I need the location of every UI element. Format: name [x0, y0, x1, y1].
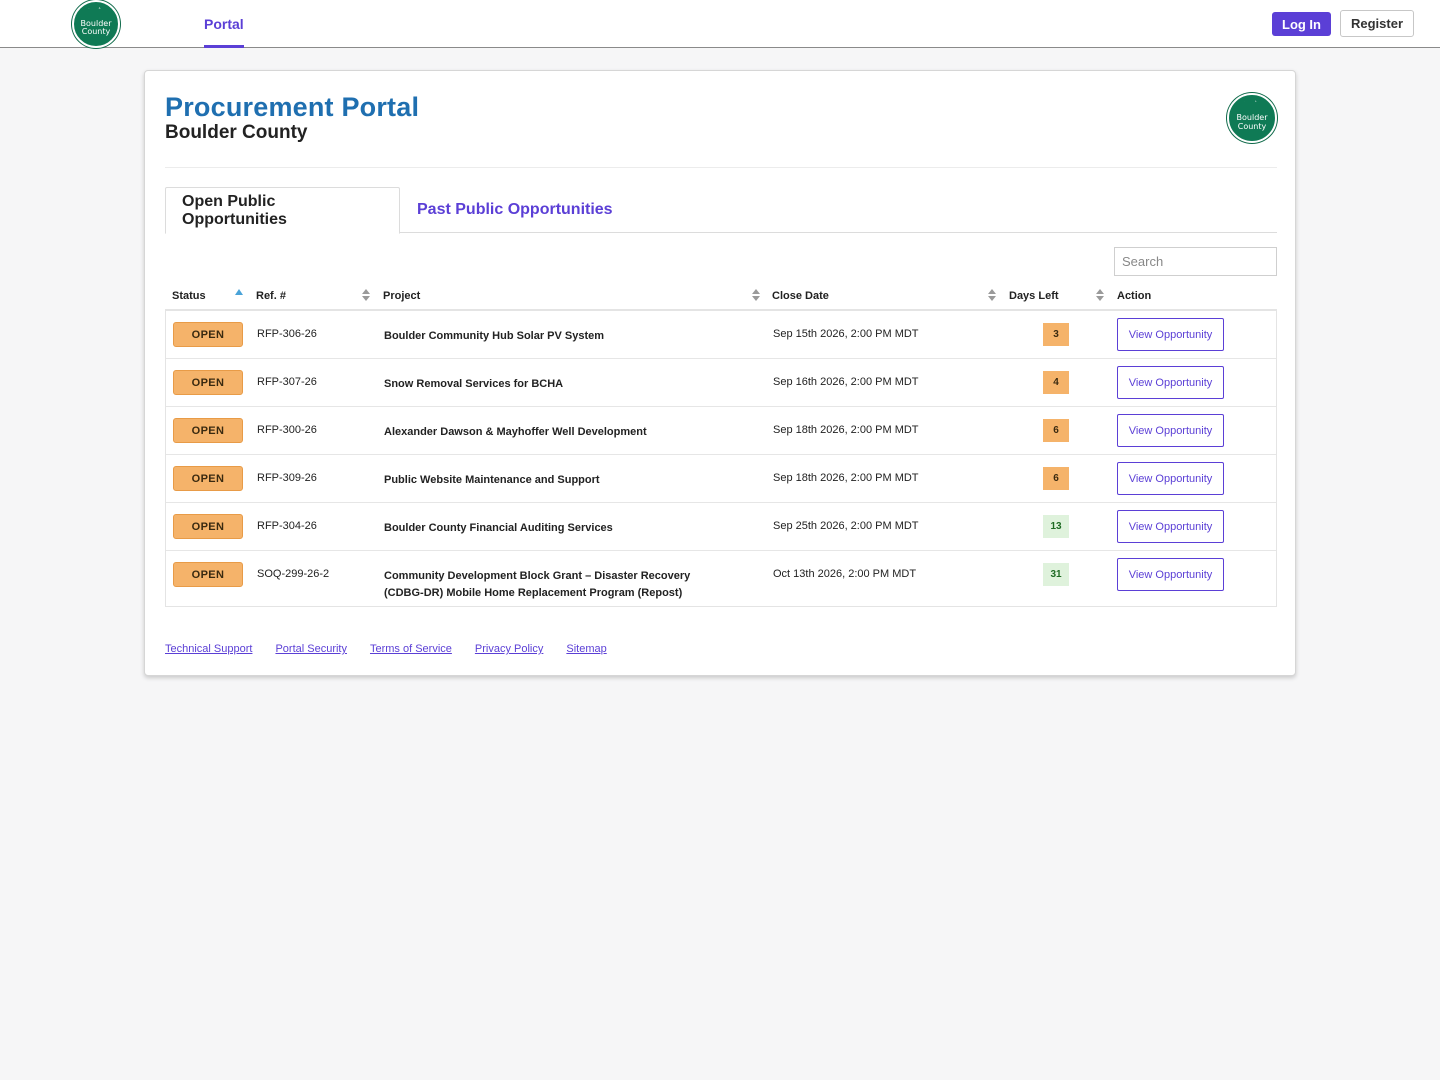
tab-open-opportunities[interactable]: Open Public Opportunities [165, 187, 400, 234]
footer-link-sitemap[interactable]: Sitemap [566, 643, 606, 655]
days-left-badge: 31 [1043, 563, 1069, 586]
header-status[interactable]: Status [172, 283, 206, 309]
login-button[interactable]: Log In [1272, 12, 1331, 36]
sort-icon[interactable] [752, 287, 760, 303]
close-date: Sep 16th 2026, 2:00 PM MDT [773, 376, 919, 388]
procurement-card: Procurement Portal Boulder County Boulde… [144, 70, 1296, 676]
logo-text-line2: County [81, 27, 111, 36]
table-row: OPEN RFP-306-26 Boulder Community Hub So… [166, 311, 1276, 359]
card-county-logo: Boulder County [1227, 93, 1277, 143]
mountain-graphic [74, 7, 118, 20]
days-left-badge: 6 [1043, 419, 1069, 442]
search-input[interactable] [1114, 247, 1277, 276]
project-name: Community Development Block Grant – Disa… [384, 570, 691, 599]
table-row: OPEN RFP-307-26 Snow Removal Services fo… [166, 359, 1276, 407]
days-left-badge: 13 [1043, 515, 1069, 538]
footer-link-portal-security[interactable]: Portal Security [275, 643, 347, 655]
days-left-badge: 4 [1043, 371, 1069, 394]
register-button[interactable]: Register [1340, 10, 1414, 37]
project-name: Alexander Dawson & Mayhoffer Well Develo… [384, 426, 647, 438]
table-row: OPEN SOQ-299-26-2 Community Development … [166, 551, 1276, 606]
view-opportunity-button[interactable]: View Opportunity [1117, 462, 1224, 495]
header-project[interactable]: Project [383, 283, 420, 309]
ref-number: RFP-304-26 [257, 520, 317, 532]
table-header: Status Ref. # Project Close Date Days Le… [165, 283, 1277, 311]
table-body: OPEN RFP-306-26 Boulder Community Hub So… [165, 311, 1277, 607]
project-name: Boulder Community Hub Solar PV System [384, 330, 605, 342]
status-badge: OPEN [173, 370, 243, 395]
table-row: OPEN RFP-300-26 Alexander Dawson & Mayho… [166, 407, 1276, 455]
table-row: OPEN RFP-304-26 Boulder County Financial… [166, 503, 1276, 551]
header-ref[interactable]: Ref. # [256, 283, 286, 309]
footer-link-terms-of-service[interactable]: Terms of Service [370, 643, 452, 655]
header-action: Action [1117, 290, 1152, 302]
ref-number: RFP-306-26 [257, 328, 317, 340]
close-date: Sep 18th 2026, 2:00 PM MDT [773, 424, 919, 436]
nav-portal-link[interactable]: Portal [204, 0, 244, 48]
status-badge: OPEN [173, 514, 243, 539]
view-opportunity-button[interactable]: View Opportunity [1117, 366, 1224, 399]
sort-asc-icon[interactable] [235, 287, 243, 303]
page-subtitle: Boulder County [165, 122, 308, 143]
sort-icon[interactable] [1096, 287, 1104, 303]
view-opportunity-button[interactable]: View Opportunity [1117, 414, 1224, 447]
page-title: Procurement Portal [165, 92, 420, 122]
ref-number: RFP-300-26 [257, 424, 317, 436]
ref-number: SOQ-299-26-2 [257, 568, 330, 580]
days-left-badge: 3 [1043, 323, 1069, 346]
header-close-date[interactable]: Close Date [772, 283, 829, 309]
days-left-badge: 6 [1043, 467, 1069, 490]
table-row: OPEN RFP-309-26 Public Website Maintenan… [166, 455, 1276, 503]
tab-past-opportunities[interactable]: Past Public Opportunities [401, 187, 629, 233]
footer-links: Technical Support Portal Security Terms … [165, 643, 607, 655]
footer-link-technical-support[interactable]: Technical Support [165, 643, 252, 655]
project-name: Snow Removal Services for BCHA [384, 378, 564, 390]
close-date: Sep 18th 2026, 2:00 PM MDT [773, 472, 919, 484]
opportunity-tabs: Open Public Opportunities Past Public Op… [165, 187, 1277, 234]
sort-icon[interactable] [988, 287, 996, 303]
status-badge: OPEN [173, 562, 243, 587]
logo-text-line1: Boulder [1236, 113, 1268, 122]
footer-link-privacy-policy[interactable]: Privacy Policy [475, 643, 543, 655]
boulder-county-logo[interactable]: Boulder County [72, 0, 120, 48]
status-badge: OPEN [173, 322, 243, 347]
ref-number: RFP-309-26 [257, 472, 317, 484]
view-opportunity-button[interactable]: View Opportunity [1117, 318, 1224, 351]
opportunities-table: Status Ref. # Project Close Date Days Le… [165, 283, 1277, 607]
project-name: Boulder County Financial Auditing Servic… [384, 522, 613, 534]
project-name: Public Website Maintenance and Support [384, 474, 600, 486]
close-date: Sep 25th 2026, 2:00 PM MDT [773, 520, 919, 532]
divider [165, 167, 1277, 168]
ref-number: RFP-307-26 [257, 376, 317, 388]
header-days-left[interactable]: Days Left [1009, 283, 1059, 309]
view-opportunity-button[interactable]: View Opportunity [1117, 510, 1224, 543]
sort-icon[interactable] [362, 287, 370, 303]
status-badge: OPEN [173, 418, 243, 443]
close-date: Oct 13th 2026, 2:00 PM MDT [773, 568, 917, 580]
close-date: Sep 15th 2026, 2:00 PM MDT [773, 328, 919, 340]
mountain-graphic [1229, 100, 1275, 114]
view-opportunity-button[interactable]: View Opportunity [1117, 558, 1224, 591]
top-nav-bar: Boulder County Portal Log In Register [0, 0, 1440, 48]
status-badge: OPEN [173, 466, 243, 491]
logo-text-line2: County [1237, 122, 1267, 131]
